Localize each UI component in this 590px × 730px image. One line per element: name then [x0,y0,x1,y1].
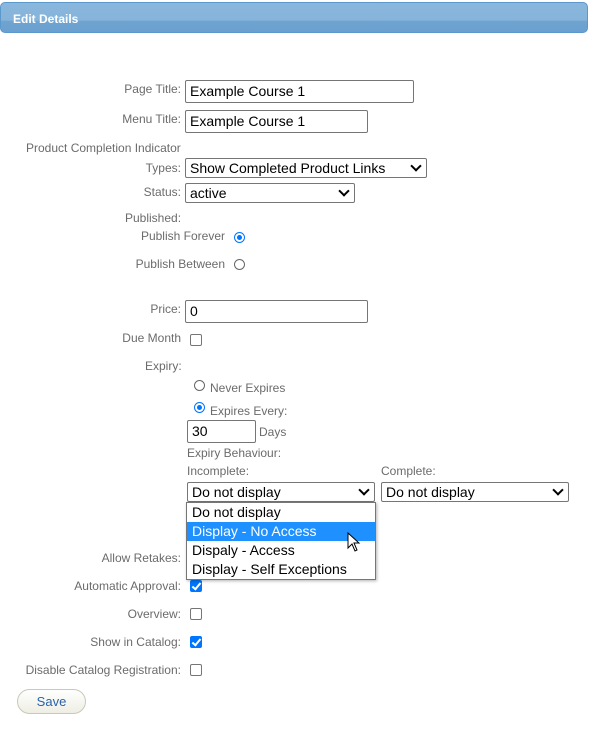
dropdown-option[interactable]: Display - Self Exceptions [187,560,375,579]
disable-catalog-registration-label: Disable Catalog Registration: [25,663,181,677]
dropdown-option[interactable]: Do not display [187,503,375,522]
automatic-approval-checkbox[interactable] [190,580,202,592]
incomplete-label: Incomplete: [187,464,250,478]
completion-indicator-label: Product Completion Indicator [26,141,181,155]
edit-details-header: Edit Details [0,2,588,33]
overview-checkbox[interactable] [190,608,202,620]
chevron-down-icon [338,185,350,197]
status-value: active [190,185,227,201]
chevron-down-icon [358,484,370,496]
status-label: Status: [143,185,181,199]
chevron-down-icon [410,160,422,172]
mouse-cursor-icon [347,532,361,552]
chevron-down-icon [552,484,564,496]
completion-types-value: Show Completed Product Links [190,160,386,176]
page-title-input[interactable]: Example Course 1 [185,80,414,103]
price-label: Price: [150,302,181,316]
menu-title-input[interactable]: Example Course 1 [185,110,368,133]
publish-forever-label: Publish Forever [140,229,225,243]
due-month-checkbox[interactable] [190,334,202,346]
expires-every-radio[interactable] [194,402,205,413]
status-select[interactable]: active [185,183,355,203]
disable-catalog-registration-checkbox[interactable] [190,664,202,676]
price-input[interactable]: 0 [185,300,368,323]
expiry-days-input[interactable]: 30 [187,420,256,443]
menu-title-label: Menu Title: [122,112,181,126]
published-label: Published: [125,211,182,225]
complete-select[interactable]: Do not display [381,482,569,502]
publish-between-label: Publish Between [135,257,225,271]
incomplete-value: Do not display [192,484,281,500]
header-title: Edit Details [13,12,79,26]
save-button[interactable]: Save [17,689,86,714]
types-label: Types: [145,161,181,175]
publish-forever-radio[interactable] [234,232,245,243]
complete-label: Complete: [381,464,436,478]
expiry-behaviour-label: Expiry Behaviour: [187,446,282,460]
never-expires-radio[interactable] [194,380,205,391]
show-in-catalog-label: Show in Catalog: [90,635,181,649]
show-in-catalog-checkbox[interactable] [190,636,202,648]
completion-types-select[interactable]: Show Completed Product Links [185,158,427,178]
allow-retakes-label: Allow Retakes: [101,551,181,565]
overview-label: Overview: [127,607,181,621]
incomplete-select[interactable]: Do not display [187,482,375,502]
expires-every-label: Expires Every: [210,404,288,418]
expiry-label: Expiry: [145,359,182,373]
days-label: Days [259,425,287,439]
complete-value: Do not display [386,484,475,500]
publish-between-radio[interactable] [234,259,245,270]
automatic-approval-label: Automatic Approval: [74,579,181,593]
page-title-label: Page Title: [124,82,181,96]
due-month-label: Due Month [122,331,181,345]
never-expires-label: Never Expires [210,381,286,395]
